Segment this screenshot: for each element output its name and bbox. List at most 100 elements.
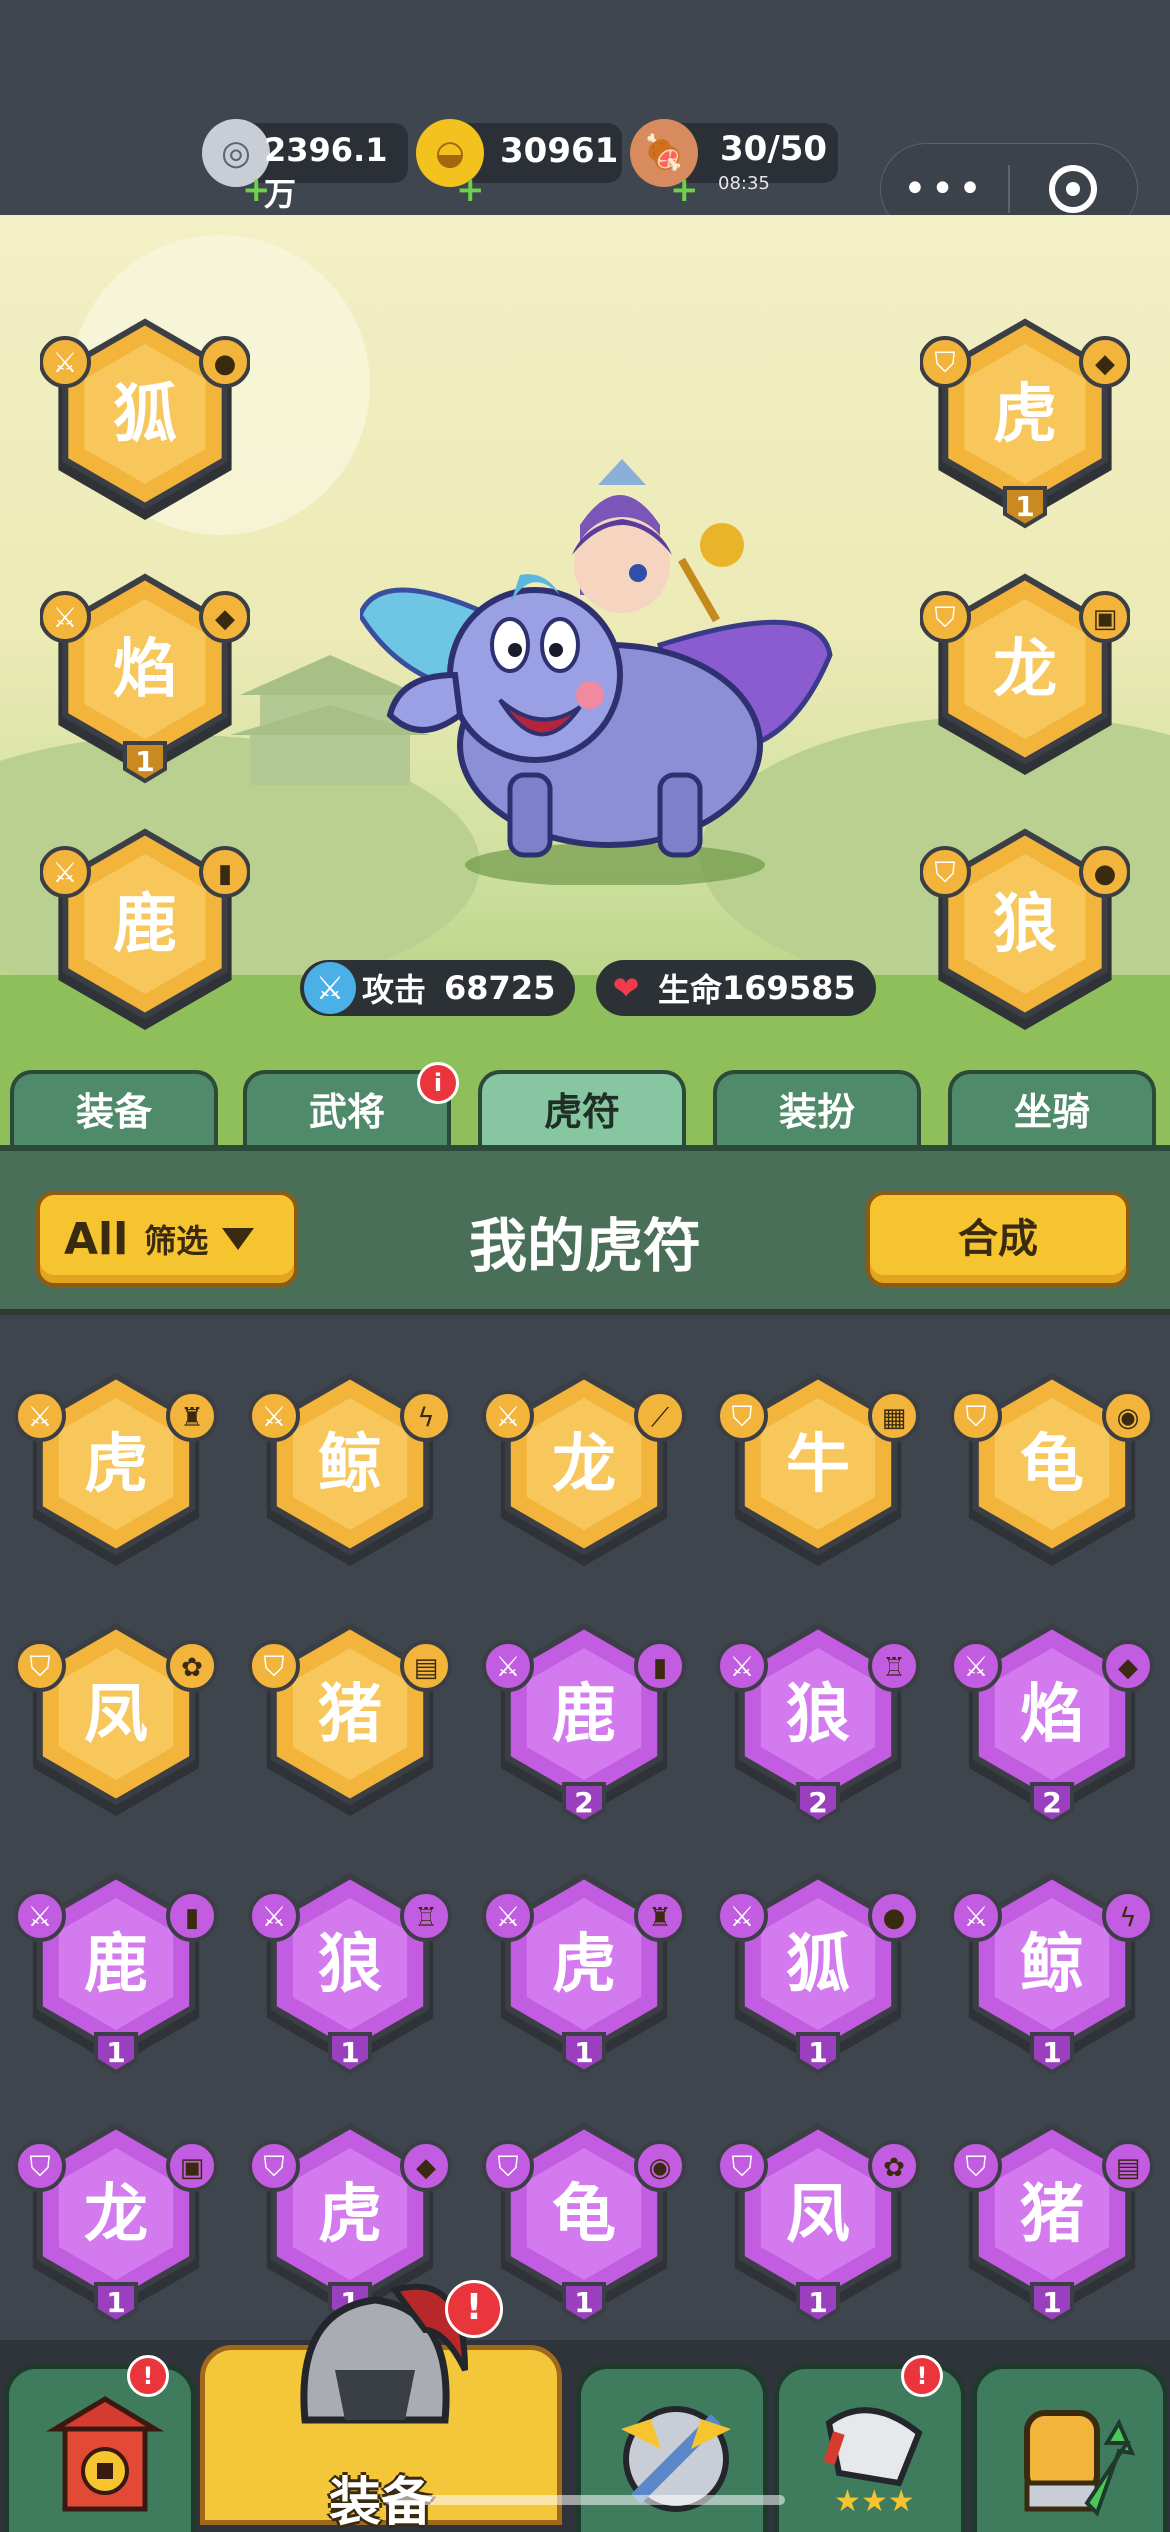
equip-slot-left-1[interactable]: 狐 ⚔ ● [39,305,251,535]
tally-card[interactable]: 猪 ⛉ ▤ 1 [944,2110,1160,2330]
map-item-icon: ▤ [414,1653,439,1683]
tally-grid: 虎 ⚔ ♜ 鲸 ⚔ ϟ 龙 ⚔ ⟋ 牛 ⛉ ▦ 龟 ⛉ ◉ 凤 ⛉ ✿ 猪 ⛉ … [0,1318,1170,2325]
tally-card[interactable]: 鹿 ⚔ ▮ 1 [8,1860,224,2080]
shield-type-icon: ⛉ [965,2150,986,2183]
tally-card[interactable]: 鲸 ⚔ ϟ [242,1360,458,1580]
tally-level: 1 [1042,2036,1061,2069]
tally-card[interactable]: 凤 ⛉ ✿ 1 [710,2110,926,2330]
tally-level: 1 [808,2036,827,2069]
tally-level: 2 [1042,1786,1061,1819]
lantern-item-icon: ♖ [882,1653,905,1683]
notification-badge: ! [901,2355,943,2397]
add-gold-icon[interactable]: + [456,173,485,207]
add-stamina-icon[interactable]: + [670,173,699,207]
hp-label: 生命 [658,971,723,1009]
figure-item-icon: ♜ [180,1403,203,1433]
sword-type-icon: ⚔ [261,1400,286,1433]
hp-value: 169585 [722,969,856,1007]
nav-gate[interactable]: ! [4,2355,196,2532]
target-icon [1049,165,1098,213]
equip-slot-right-2[interactable]: 龙 ⛉ ▣ [919,560,1131,790]
home-indicator [385,2495,785,2505]
tally-card[interactable]: 焰 ⚔ ◆ 2 [944,1610,1160,1830]
stamina-counter[interactable]: 🍖 + 30/50 08:35 [630,119,838,207]
tally-card[interactable]: 虎 ⚔ ♜ [8,1360,224,1580]
tally-card[interactable]: 狐 ⚔ ● 1 [710,1860,926,2080]
boulder-item-icon: ● [883,1903,906,1933]
shield-type-icon: ⛉ [29,2150,50,2183]
tab-bar: 装备 武将 i 虎符 装扮 坐骑 [0,1062,1170,1150]
lightning-item-icon: ϟ [1119,1903,1136,1933]
tally-card[interactable]: 虎 ⚔ ♜ 1 [476,1860,692,2080]
tally-card[interactable]: 凤 ⛉ ✿ [8,1610,224,1830]
nav-ranking[interactable]: ★★★ ! [774,2355,966,2532]
tally-card[interactable]: 龙 ⚔ ⟋ [476,1360,692,1580]
equipment-screen: ◎ + 2396.1万 ◒ + 30961 🍖 + 30/50 08:35 ••… [0,0,1170,2532]
tally-level: 1 [106,2036,125,2069]
tab-generals[interactable]: 武将 i [243,1062,459,1150]
tally-card[interactable]: 狼 ⚔ ♖ 2 [710,1610,926,1830]
tab-mount[interactable]: 坐骑 [948,1070,1156,1150]
dragon-emblem-icon: 龙 [993,633,1057,707]
tally-card[interactable]: 龙 ⛉ ▣ 1 [8,2110,224,2330]
flame-emblem-icon: 焰 [1020,1678,1084,1752]
shield-type-icon: ⛉ [934,346,955,379]
equip-slot-right-3[interactable]: 狼 ⛉ ● [919,815,1131,1045]
sword-icon: ⚔ [304,962,356,1014]
silver-value: 2396.1万 [264,131,388,213]
filter-button[interactable]: All 筛选 [36,1191,298,1287]
nav-upgrade[interactable] [972,2364,1168,2532]
sword-type-icon: ⚔ [495,1900,520,1933]
filter-all-label: All [64,1213,129,1265]
nav-battle[interactable] [576,2364,768,2532]
bag-item-icon: ▣ [180,2153,205,2183]
attack-stat: ⚔ 攻击 68725 [300,960,576,1016]
tally-card[interactable]: 龟 ⛉ ◉ [944,1360,1160,1580]
tiger-emblem-icon: 虎 [993,378,1057,452]
sword-type-icon: ⚔ [495,1400,520,1433]
shield-type-icon: ⛉ [934,601,955,634]
page-title: 我的虎符 [468,1212,701,1280]
more-menu-icon[interactable]: ••• [881,166,1008,212]
tab-costume[interactable]: 装扮 [713,1070,921,1150]
lantern-item-icon: ♖ [414,1903,437,1933]
scroll-item-icon: ▮ [218,859,232,889]
flame-emblem-icon: 焰 [113,633,177,707]
lotus-item-icon: ✿ [181,1653,203,1683]
attack-label: 攻击 [362,971,427,1009]
wolf-emblem-icon: 狼 [318,1928,382,2002]
tally-card[interactable]: 龟 ⛉ ◉ 1 [476,2110,692,2330]
sword-type-icon: ⚔ [27,1900,52,1933]
lotus-item-icon: ✿ [883,2153,905,2183]
silver-counter[interactable]: ◎ + 2396.1万 [202,119,408,213]
coin-item-icon: ◉ [1117,1403,1140,1433]
boulder-item-icon: ● [214,349,237,379]
tiger-emblem-icon: 虎 [84,1428,148,1502]
tally-card[interactable]: 鹿 ⚔ ▮ 2 [476,1610,692,1830]
elephant-mount-with-hero[interactable] [360,445,840,885]
tally-card[interactable]: 鲸 ⚔ ϟ 1 [944,1860,1160,2080]
shield-type-icon: ⛉ [497,2150,518,2183]
notification-badge: ! [445,2280,503,2338]
sword-type-icon: ⚔ [729,1900,754,1933]
tab-equipment[interactable]: 装备 [10,1070,218,1150]
close-miniprogram-button[interactable] [1010,165,1137,213]
tab-tiger-tally[interactable]: 虎符 [478,1070,686,1150]
tally-card[interactable]: 牛 ⛉ ▦ [710,1360,926,1580]
merge-button[interactable]: 合成 [866,1191,1130,1287]
sword-type-icon: ⚔ [27,1400,52,1433]
armor-item-icon: ◆ [215,604,235,634]
gold-counter[interactable]: ◒ + 30961 [416,119,622,207]
tome-item-icon: ▦ [882,1403,907,1433]
gold-value: 30961 [500,131,619,171]
equip-slot-left-3[interactable]: 鹿 ⚔ ▮ [39,815,251,1045]
tally-level: 1 [1015,490,1034,523]
lightning-item-icon: ϟ [417,1403,434,1433]
tally-panel-header: All 筛选 我的虎符 合成 [0,1145,1170,1315]
tally-card[interactable]: 狼 ⚔ ♖ 1 [242,1860,458,2080]
equip-slot-right-1[interactable]: 虎 ⛉ ◆ 1 [919,305,1131,535]
tally-card[interactable]: 猪 ⛉ ▤ [242,1610,458,1830]
scroll-item-icon: ▮ [653,1653,667,1683]
equip-slot-left-2[interactable]: 焰 ⚔ ◆ 1 [39,560,251,790]
hp-stat: ❤ 生命 169585 [596,960,876,1016]
